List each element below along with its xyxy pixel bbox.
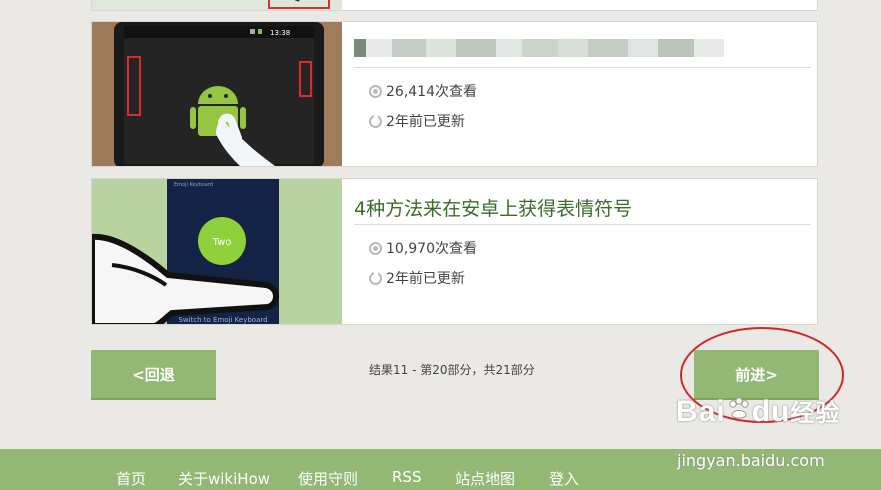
view-count-text: 26,414次查看 bbox=[386, 84, 477, 100]
thumb-caption: Switch to Emoji Keyboard bbox=[178, 316, 267, 324]
phone-android-image: 13:38 bbox=[92, 22, 342, 166]
article-card[interactable]: Emoji Keyboard Two Switch to Emoji Keybo… bbox=[91, 178, 818, 325]
view-count: 10,970次查看 bbox=[369, 238, 477, 258]
article-thumbnail[interactable]: 13:38 bbox=[92, 22, 342, 166]
footer-link-sitemap[interactable]: 站点地图 bbox=[455, 468, 515, 489]
eye-icon bbox=[369, 84, 382, 98]
article-title[interactable]: 4种方法来在安卓上获得表情符号 bbox=[354, 194, 632, 221]
updated-info: 2年前已更新 bbox=[369, 111, 465, 131]
article-thumbnail[interactable]: Emoji Keyboard Two Switch to Emoji Keybo… bbox=[92, 179, 342, 324]
back-button[interactable]: <回退 bbox=[91, 350, 216, 400]
updated-text: 2年前已更新 bbox=[386, 114, 465, 130]
annotation-box bbox=[268, 0, 330, 9]
refresh-icon bbox=[369, 114, 382, 128]
footer-link-login[interactable]: 登入 bbox=[549, 468, 579, 489]
watermark-brand: Bai du经验 bbox=[676, 395, 841, 428]
article-card[interactable]: 13:38 26,414次查看 2年前已更新 bbox=[91, 21, 818, 167]
article-card-previous[interactable] bbox=[91, 0, 818, 11]
watermark-url: jingyan.baidu.com bbox=[677, 451, 825, 470]
footer-link-terms[interactable]: 使用守则 bbox=[298, 468, 358, 489]
emoji-keyboard-image: Emoji Keyboard Two Switch to Emoji Keybo… bbox=[92, 179, 342, 324]
divider bbox=[354, 224, 811, 225]
pagination-summary: 结果11 - 第20部分，共21部分 bbox=[369, 363, 535, 377]
updated-info: 2年前已更新 bbox=[369, 268, 465, 288]
phone-time: 13:38 bbox=[270, 29, 290, 37]
updated-text: 2年前已更新 bbox=[386, 271, 465, 287]
thumb-header: Emoji Keyboard bbox=[174, 182, 213, 188]
eye-icon bbox=[369, 241, 382, 255]
paw-icon bbox=[726, 397, 752, 423]
footer-link-rss[interactable]: RSS bbox=[392, 468, 421, 486]
thumb-two-label: Two bbox=[212, 237, 232, 248]
baidu-watermark: Bai du经验 jingyan.baidu.com bbox=[676, 393, 841, 470]
article-title-blurred[interactable] bbox=[354, 39, 754, 57]
divider bbox=[354, 67, 811, 68]
refresh-icon bbox=[369, 271, 382, 285]
footer-link-home[interactable]: 首页 bbox=[116, 468, 146, 489]
footer-link-about[interactable]: 关于wikiHow bbox=[178, 468, 270, 489]
article-thumbnail[interactable] bbox=[92, 0, 342, 10]
view-count-text: 10,970次查看 bbox=[386, 241, 477, 257]
view-count: 26,414次查看 bbox=[369, 81, 477, 101]
